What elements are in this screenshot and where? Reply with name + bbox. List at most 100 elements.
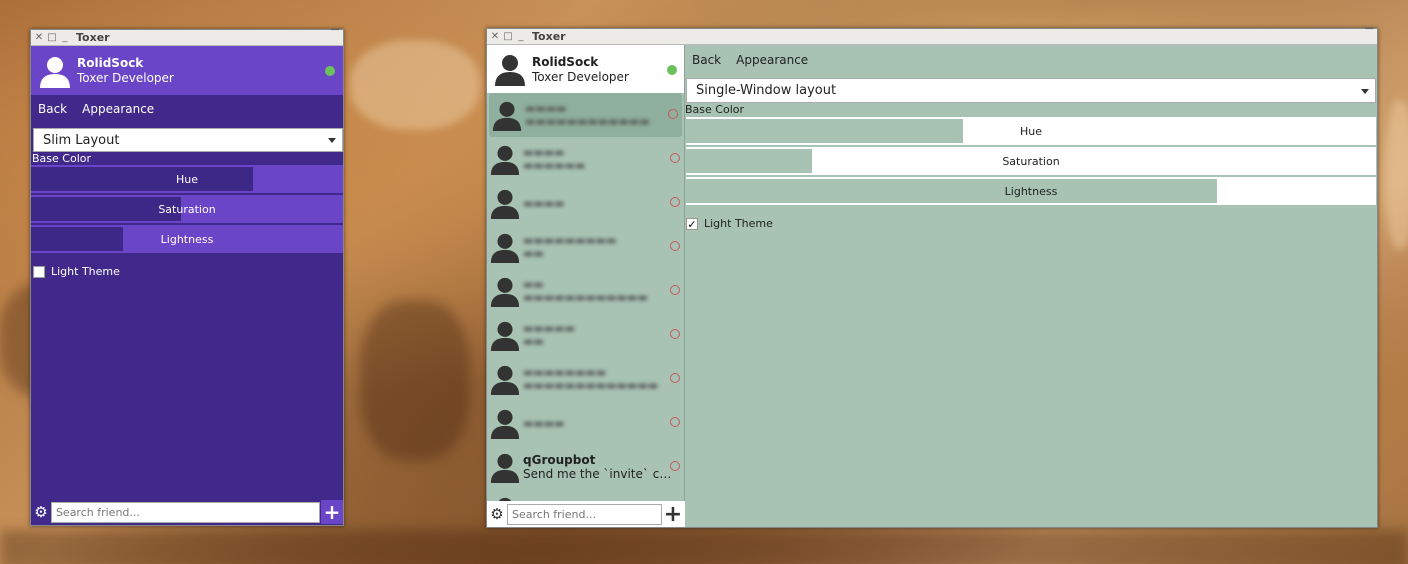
profile-header[interactable]: RolidSock Toxer Developer [31, 46, 343, 95]
avatar-icon [489, 187, 521, 219]
profile-status-message: Toxer Developer [77, 71, 174, 85]
search-placeholder: Search friend... [55, 505, 140, 519]
hue-slider[interactable]: Hue [686, 117, 1376, 145]
light-theme-label: Light Theme [704, 217, 773, 230]
profile-name: RolidSock [77, 56, 144, 70]
window-menu-icon[interactable]: ▔ [331, 30, 339, 41]
friend-item[interactable]: ▬▬▬▬ [487, 401, 684, 445]
appearance-tab[interactable]: Appearance [82, 102, 154, 116]
minimize-icon[interactable]: _ [60, 32, 70, 43]
layout-select-value: Slim Layout [43, 132, 120, 148]
bottom-bar: ⚙ Search friend... + [31, 499, 343, 525]
window-titlebar[interactable]: ✕ □ _ Toxer ▔ [487, 29, 1377, 45]
redacted-contact: ▬▬▬▬▬▬▬▬ ▬▬▬▬▬▬▬▬▬▬▬▬▬ [523, 366, 659, 392]
friend-item[interactable]: qGroupbot Send me the `invite` co… [487, 445, 684, 489]
avatar-icon [489, 363, 521, 395]
slider-label: Saturation [1002, 154, 1060, 168]
profile-header[interactable]: RolidSock Toxer Developer [487, 45, 684, 93]
window-title: Toxer [76, 31, 110, 44]
offline-status-icon [670, 285, 680, 295]
online-status-icon [667, 65, 677, 75]
redacted-contact: ▬▬▬▬ [523, 196, 565, 210]
offline-status-icon [668, 109, 678, 119]
base-color-label: Base Color [32, 152, 92, 165]
profile-status-message: Toxer Developer [532, 69, 629, 84]
light-theme-option[interactable]: Light Theme [33, 265, 120, 278]
light-theme-checkbox[interactable]: ✓ [686, 217, 698, 230]
maximize-icon[interactable]: □ [503, 31, 513, 42]
friend-item[interactable]: ▬▬▬▬▬▬▬▬ ▬▬▬▬▬▬▬▬▬▬▬▬▬ [487, 357, 684, 401]
friend-status-message: Send me the `invite` co… [523, 467, 673, 481]
slider-fill [686, 149, 812, 173]
redacted-contact: ▬▬▬▬ ▬▬▬▬▬▬▬▬▬▬▬▬ [525, 102, 650, 128]
base-color-label: Base Color [685, 103, 745, 116]
search-input[interactable]: Search friend... [507, 503, 662, 525]
saturation-slider[interactable]: Saturation [31, 195, 343, 223]
settings-panel: Back Appearance Slim Layout Base Color H… [31, 95, 343, 525]
friends-sidebar: RolidSock Toxer Developer ▬▬▬▬ ▬▬▬▬▬▬▬▬▬▬… [487, 45, 685, 527]
wallpaper-detail [360, 300, 470, 460]
friend-item[interactable]: ▬▬▬▬ [487, 181, 684, 225]
slider-fill [31, 167, 253, 191]
window-menu-icon[interactable]: ▔ [1365, 29, 1373, 40]
window-title: Toxer [532, 30, 566, 43]
redacted-contact: ▬▬▬▬ [523, 416, 565, 430]
slider-label: Lightness [160, 232, 214, 246]
close-icon[interactable]: ✕ [490, 31, 500, 42]
redacted-contact: ▬▬▬▬▬ ▬▬ [523, 322, 575, 348]
friend-item[interactable]: ▬▬▬▬ [487, 489, 684, 501]
offline-status-icon [670, 417, 680, 427]
redacted-contact: ▬▬▬▬ ▬▬▬▬▬▬ [523, 146, 586, 172]
friend-name: qGroupbot [523, 453, 596, 467]
saturation-slider[interactable]: Saturation [686, 147, 1376, 175]
light-theme-checkbox[interactable] [33, 265, 45, 278]
gear-icon[interactable]: ⚙ [487, 503, 507, 525]
window-titlebar[interactable]: ✕ □ _ Toxer ▔ [31, 30, 343, 46]
friend-item[interactable]: ▬▬▬▬ ▬▬▬▬▬▬ [487, 137, 684, 181]
avatar-icon [489, 451, 521, 483]
friend-item[interactable]: ▬▬ ▬▬▬▬▬▬▬▬▬▬▬▬ [487, 269, 684, 313]
lightness-slider[interactable]: Lightness [31, 225, 343, 253]
layout-select[interactable]: Single-Window layout [686, 78, 1376, 103]
lightness-slider[interactable]: Lightness [686, 177, 1376, 205]
settings-nav: Back Appearance [31, 95, 343, 122]
appearance-tab[interactable]: Appearance [736, 53, 808, 67]
toxer-slim-window: ✕ □ _ Toxer ▔ RolidSock Toxer Developer … [30, 29, 344, 526]
wallpaper-detail [1385, 100, 1408, 250]
light-theme-option[interactable]: ✓ Light Theme [686, 217, 773, 230]
offline-status-icon [670, 373, 680, 383]
slider-label: Lightness [1004, 184, 1058, 198]
maximize-icon[interactable]: □ [47, 32, 57, 43]
back-button[interactable]: Back [692, 53, 721, 67]
offline-status-icon [670, 153, 680, 163]
avatar-icon [38, 54, 72, 88]
gear-icon[interactable]: ⚙ [31, 501, 51, 523]
window-content: RolidSock Toxer Developer ▬▬▬▬ ▬▬▬▬▬▬▬▬▬▬… [487, 45, 1377, 527]
search-input[interactable]: Search friend... [50, 501, 321, 523]
friend-list: ▬▬▬▬ ▬▬▬▬▬▬▬▬▬▬▬▬ ▬▬▬▬ ▬▬▬▬▬▬ ▬▬▬▬ ▬▬▬▬▬▬▬… [487, 93, 684, 501]
add-friend-icon[interactable]: + [321, 500, 343, 524]
redacted-contact: ▬▬ ▬▬▬▬▬▬▬▬▬▬▬▬ [523, 278, 648, 304]
chevron-down-icon [1361, 88, 1369, 94]
hue-slider[interactable]: Hue [31, 165, 343, 193]
layout-select[interactable]: Slim Layout [33, 128, 343, 152]
offline-status-icon [670, 461, 680, 471]
friend-item[interactable]: ▬▬▬▬ ▬▬▬▬▬▬▬▬▬▬▬▬ [489, 93, 682, 137]
slider-fill [31, 227, 123, 251]
friend-item[interactable]: ▬▬▬▬▬ ▬▬ [487, 313, 684, 357]
close-icon[interactable]: ✕ [34, 32, 44, 43]
friend-item[interactable]: ▬▬▬▬▬▬▬▬▬ ▬▬ [487, 225, 684, 269]
redacted-contact: ▬▬▬▬▬▬▬▬▬ ▬▬ [523, 234, 617, 260]
offline-status-icon [670, 241, 680, 251]
slider-label: Hue [175, 172, 198, 186]
add-friend-icon[interactable]: + [662, 502, 684, 527]
avatar-icon [489, 407, 521, 439]
settings-panel: Back Appearance Single-Window layout Bas… [685, 45, 1377, 527]
slider-label: Hue [1019, 124, 1042, 138]
avatar-icon [489, 319, 521, 351]
minimize-icon[interactable]: _ [516, 31, 526, 42]
offline-status-icon [670, 329, 680, 339]
back-button[interactable]: Back [38, 102, 67, 116]
chevron-down-icon [328, 138, 336, 143]
offline-status-icon [670, 197, 680, 207]
